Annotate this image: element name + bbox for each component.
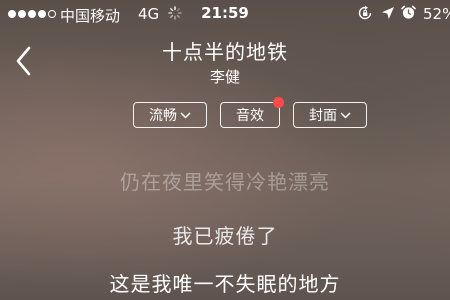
- lyric-line-current: 我已疲倦了: [172, 224, 278, 248]
- lyric-line-next: 这是我唯一不失眠的地方: [109, 272, 341, 296]
- quality-button[interactable]: 流畅: [133, 102, 207, 128]
- lyric-line-previous: 仍在夜里笑得冷艳漂亮: [120, 170, 330, 194]
- chevron-down-icon: [180, 111, 191, 119]
- alarm-icon: [401, 5, 416, 19]
- player-screen: 中国移动 4G 21:59 52 十点半的地铁 李健 流畅 音效 封面 仍在夜里…: [0, 0, 450, 300]
- new-badge-dot: [273, 97, 284, 108]
- cover-label: 封面: [309, 108, 337, 124]
- sound-effect-button[interactable]: 音效: [220, 102, 280, 128]
- quality-label: 流畅: [149, 108, 177, 124]
- cover-button[interactable]: 封面: [293, 102, 367, 128]
- location-icon: [382, 7, 394, 19]
- sound-effect-label: 音效: [236, 108, 264, 124]
- battery-level: 52%: [423, 5, 450, 23]
- song-title: 十点半的地铁: [162, 40, 288, 64]
- artist-name: 李健: [209, 68, 240, 86]
- chevron-down-icon: [340, 111, 351, 119]
- rotation-lock-icon: [358, 5, 372, 20]
- status-bar: 中国移动 4G 21:59 52: [0, 0, 450, 30]
